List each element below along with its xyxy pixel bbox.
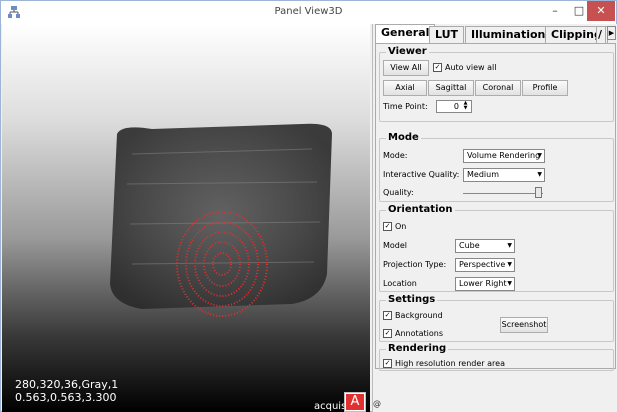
window-title: Panel View3D	[274, 6, 343, 17]
mode-value: Volume Rendering	[467, 151, 541, 160]
image-info-text: 280,320,36,Gray,1	[15, 378, 119, 391]
mode-group: Mode Mode: Volume Rendering ▼ Interactive…	[379, 132, 614, 202]
render-viewport[interactable]: 280,320,36,Gray,1 0.563,0.563,3.300 acqu…	[2, 24, 370, 412]
high-resolution-checkbox[interactable]: ✓	[383, 359, 392, 368]
viewer-group: Viewer View All ✓ Auto view all Axial Sa…	[379, 46, 614, 122]
background-label: Background	[395, 311, 443, 320]
view-all-button[interactable]: View All	[383, 60, 429, 76]
mode-group-title: Mode	[386, 132, 421, 143]
minimize-button[interactable]: –	[542, 1, 568, 21]
tab-more[interactable]: /	[596, 26, 606, 44]
spin-arrows-icon[interactable]: ▲ ▼	[461, 101, 470, 111]
interactive-quality-dropdown[interactable]: Medium ▼	[463, 168, 545, 182]
location-dropdown[interactable]: Lower Right ▼	[455, 277, 515, 291]
tab-illumination[interactable]: Illumination	[465, 26, 552, 44]
mode-label: Mode:	[383, 151, 408, 160]
tab-scroll-right-icon[interactable]: ▶	[607, 26, 616, 40]
acquisition-icon-glyph: A	[346, 394, 364, 410]
axial-button[interactable]: Axial	[383, 80, 427, 96]
chevron-down-icon: ▼	[507, 242, 512, 249]
interactive-quality-label: Interactive Quality:	[383, 170, 460, 179]
tab-general[interactable]: General	[375, 24, 436, 44]
rendering-group: Rendering ✓ High resolution render area	[379, 343, 614, 371]
volume-render	[110, 123, 332, 317]
quality-slider-label: Quality:	[383, 188, 414, 197]
mode-dropdown[interactable]: Volume Rendering ▼	[463, 149, 545, 163]
status-bar: @	[373, 399, 381, 408]
model-label: Model	[383, 241, 408, 250]
time-point-label: Time Point:	[383, 102, 428, 111]
title-bar: Panel View3D – □ ✕	[1, 1, 616, 24]
screenshot-button[interactable]: Screenshot	[500, 317, 548, 333]
orientation-group: Orientation ✓ On Model Cube ▼ Projection …	[379, 204, 614, 292]
model-value: Cube	[459, 241, 480, 250]
rendering-group-title: Rendering	[386, 343, 449, 354]
spacing-info-text: 0.563,0.563,3.300	[15, 391, 117, 404]
location-label: Location	[383, 279, 417, 288]
orientation-on-checkbox[interactable]: ✓	[383, 222, 392, 231]
settings-group-title: Settings	[386, 294, 438, 305]
auto-view-all-checkbox[interactable]: ✓	[433, 63, 442, 72]
viewer-group-title: Viewer	[386, 46, 429, 57]
projection-type-value: Perspective	[459, 260, 506, 269]
close-button[interactable]: ✕	[587, 1, 615, 21]
model-dropdown[interactable]: Cube ▼	[455, 239, 515, 253]
orientation-group-title: Orientation	[386, 204, 455, 215]
auto-view-all-label: Auto view all	[445, 63, 497, 72]
chevron-down-icon: ▼	[537, 171, 542, 178]
annotations-checkbox[interactable]: ✓	[383, 329, 392, 338]
profile-button[interactable]: Profile	[522, 80, 568, 96]
settings-group: Settings ✓ Background ✓ Annotations Scre…	[379, 294, 614, 342]
high-resolution-label: High resolution render area	[395, 359, 505, 368]
location-value: Lower Right	[459, 279, 507, 288]
time-point-value: 0	[453, 102, 459, 111]
projection-type-dropdown[interactable]: Perspective ▼	[455, 258, 515, 272]
acquisition-icon[interactable]: A	[344, 392, 366, 412]
chevron-down-icon: ▼	[507, 261, 512, 268]
settings-panel: General LUT Illumination Clipping / ▶ Vi…	[372, 24, 617, 412]
background-checkbox[interactable]: ✓	[383, 311, 392, 320]
orientation-on-label: On	[395, 222, 407, 231]
app-window: Panel View3D – □ ✕ 280,320,36,Gray,1 0.5…	[0, 0, 617, 412]
projection-type-label: Projection Type:	[383, 260, 447, 269]
coronal-button[interactable]: Coronal	[475, 80, 521, 96]
tab-lut[interactable]: LUT	[429, 26, 465, 44]
quality-slider-handle[interactable]	[535, 187, 542, 198]
annotations-label: Annotations	[395, 329, 444, 338]
chevron-down-icon: ▼	[507, 280, 512, 287]
tab-bar: General LUT Illumination Clipping / ▶	[375, 24, 617, 44]
chevron-down-icon: ▼	[537, 152, 542, 159]
interactive-quality-value: Medium	[467, 170, 499, 179]
sagittal-button[interactable]: Sagittal	[428, 80, 474, 96]
time-point-spinbox[interactable]: 0 ▲ ▼	[436, 100, 472, 113]
quality-slider-track[interactable]	[463, 193, 543, 194]
general-tab-page: Viewer View All ✓ Auto view all Axial Sa…	[375, 43, 616, 371]
